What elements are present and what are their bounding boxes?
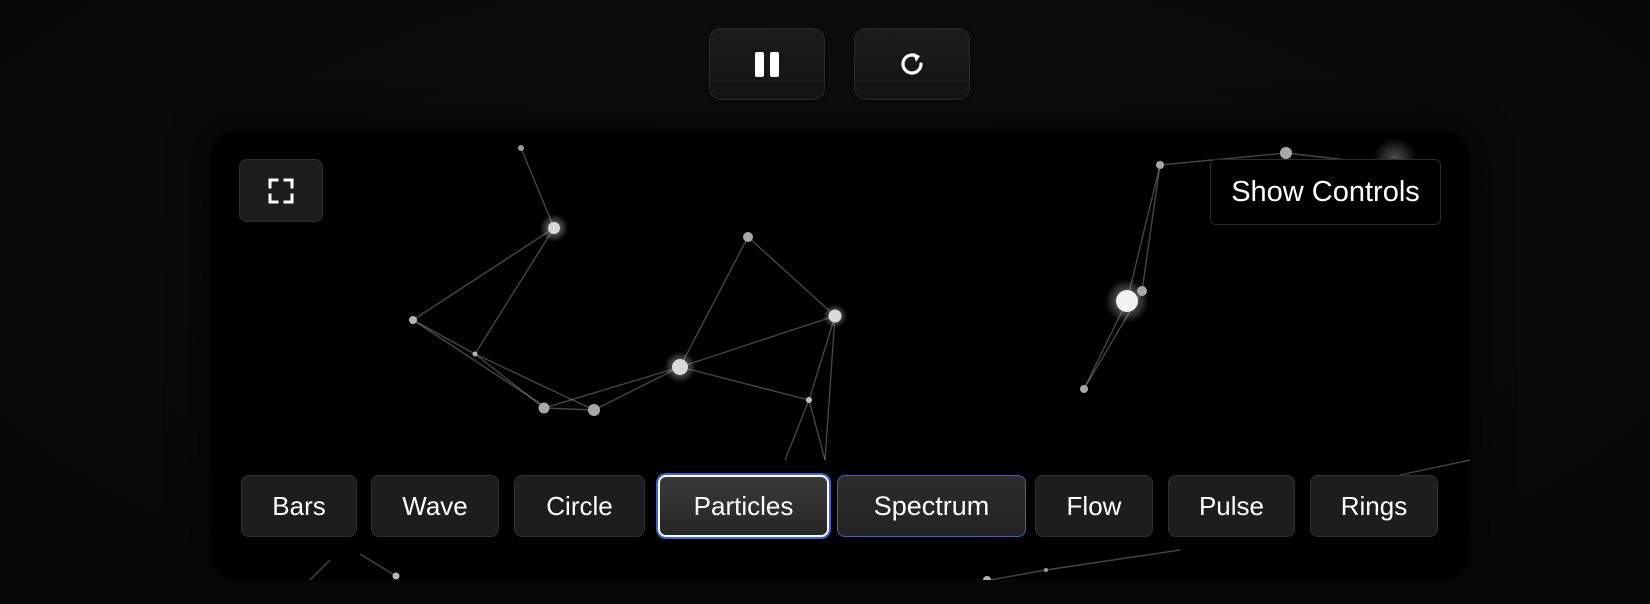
mode-button-circle[interactable]: Circle: [514, 475, 645, 537]
mode-button-wave[interactable]: Wave: [371, 475, 499, 537]
mode-button-spectrum[interactable]: Spectrum: [837, 475, 1026, 537]
pause-icon: [755, 51, 779, 77]
mode-button-pulse[interactable]: Pulse: [1168, 475, 1295, 537]
visualizer-page: Show Controls Bars Wave Circle Particles…: [0, 0, 1650, 604]
mode-button-bars[interactable]: Bars: [241, 475, 357, 537]
fullscreen-button[interactable]: [239, 159, 323, 222]
show-controls-button[interactable]: Show Controls: [1210, 159, 1441, 225]
mode-button-particles[interactable]: Particles: [658, 475, 829, 537]
pause-button[interactable]: [709, 28, 825, 100]
restart-icon: [901, 53, 923, 75]
visualizer-canvas[interactable]: Show Controls Bars Wave Circle Particles…: [210, 130, 1470, 580]
fullscreen-icon: [268, 178, 294, 203]
mode-button-flow[interactable]: Flow: [1035, 475, 1153, 537]
restart-button[interactable]: [854, 28, 970, 100]
mode-button-rings[interactable]: Rings: [1310, 475, 1438, 537]
